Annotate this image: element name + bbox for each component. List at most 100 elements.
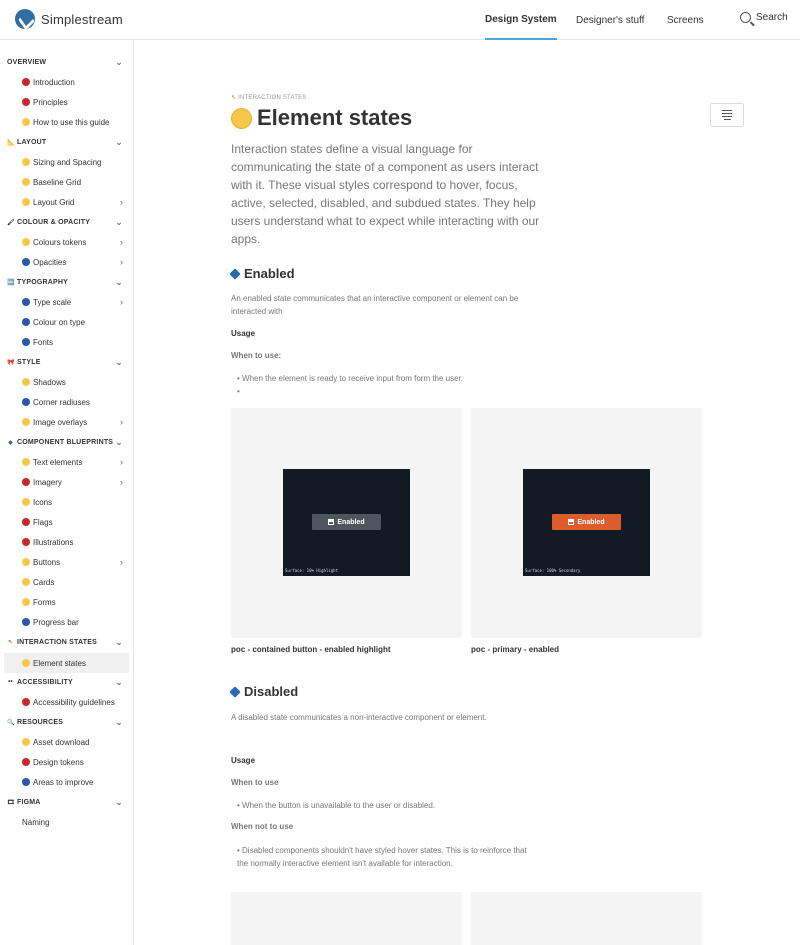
brand-name: Simplestream [41,11,123,27]
sidebar-item-colour-on-type[interactable]: Colour on type [0,312,134,332]
sidebar-item-areas-to-improve[interactable]: Areas to improve [0,772,134,792]
diamond-icon [229,267,241,280]
disabled-when-not-to-use-bullet: • Disabled components shouldn't have sty… [237,844,527,870]
page-lead: Interaction states define a visual langu… [231,142,540,246]
example-screen: Enabled Surface: 100% Secondary [523,469,650,576]
menu-lines-icon [722,110,732,111]
sidebar-group-colour[interactable]: 🖌 COLOUR & OPACITY ⌄ [0,212,134,232]
blue-circle-icon [22,398,30,406]
chevron-right-icon: › [120,297,123,307]
sidebar-item-label: Principles [33,97,68,107]
sidebar-group-figma[interactable]: 🎞 FIGMA ⌄ [0,792,134,812]
sidebar-item-label: Colour on type [33,317,86,327]
image-icon [328,519,335,525]
sidebar-item-text-elements[interactable]: Text elements › [0,452,134,472]
table-of-contents-button[interactable] [710,103,744,127]
sidebar-item-label: Forms [33,597,56,607]
sidebar-item-baseline-grid[interactable]: Baseline Grid [0,172,134,192]
sidebar-item-shadows[interactable]: Shadows [0,372,134,392]
sidebar-item-label: Illustrations [33,537,74,547]
sidebar-item-label: Image overlays [33,417,88,427]
sidebar-item-buttons[interactable]: Buttons › [0,552,134,572]
sidebar-group-label: INTERACTION STATES [17,638,97,646]
yellow-circle-icon [22,198,30,206]
sidebar-item-label: Naming [22,817,50,827]
sidebar-item-forms[interactable]: Forms [0,592,134,612]
chevron-down-icon: ⌄ [115,716,123,727]
breadcrumb[interactable]: ↖ INTERACTION STATES [231,94,307,101]
sidebar-group-resources[interactable]: 🔍 RESOURCES ⌄ [0,712,134,732]
chevron-right-icon: › [120,237,123,247]
image-icon [568,519,575,525]
sidebar-group-component-blueprints[interactable]: ◆ COMPONENT BLUEPRINTS ⌄ [0,432,134,452]
sidebar-item-progress-bar[interactable]: Progress bar [0,612,134,632]
sidebar-group-accessibility[interactable]: •• ACCESSIBILITY ⌄ [0,672,134,692]
blue-circle-icon [22,618,30,626]
sidebar-item-layout-grid[interactable]: Layout Grid › [0,192,134,212]
sidebar-group-style[interactable]: 🎀 STYLE ⌄ [0,352,134,372]
sidebar-item-design-tokens[interactable]: Design tokens [0,752,134,772]
button-label: Enabled [577,518,605,526]
sidebar-group-label: TYPOGRAPHY [17,278,69,286]
sidebar-item-label: Layout Grid [33,197,75,207]
section-heading-disabled: Disabled [229,684,298,699]
nav-designers-stuff[interactable]: Designer's stuff [576,0,644,40]
nav-screens[interactable]: Screens [667,0,704,40]
sidebar-item-accessibility-guidelines[interactable]: Accessibility guidelines [0,692,134,712]
sidebar-item-label: Design tokens [33,757,84,767]
sidebar-item-label: Imagery [33,477,62,487]
bullet-text: Disabled components shouldn't have style… [237,846,527,868]
blue-circle-icon [22,338,30,346]
sidebar-item-icons[interactable]: Icons [0,492,134,512]
sidebar-item-label: Type scale [33,297,72,307]
chevron-right-icon: › [120,257,123,267]
example-enabled-button[interactable]: Enabled [312,514,381,530]
section-heading-text: Enabled [244,266,295,281]
sidebar-item-label: Fonts [33,337,54,347]
sidebar-item-introduction[interactable]: Introduction [0,72,134,92]
sidebar-item-label: Flags [33,517,53,527]
search-icon [740,12,751,23]
yellow-circle-icon [22,598,30,606]
sidebar-item-imagery[interactable]: Imagery › [0,472,134,492]
red-circle-icon [22,98,30,106]
enabled-description: An enabled state communicates that an in… [231,294,519,316]
yellow-circle-icon [22,738,30,746]
surface-label: Surface: 100% Secondary [525,568,581,573]
sidebar-item-fonts[interactable]: Fonts [0,332,134,352]
sidebar-group-typography[interactable]: 🔤 TYPOGRAPHY ⌄ [0,272,134,292]
sidebar-item-colour-tokens[interactable]: Colours tokens › [0,232,134,252]
enabled-when-to-use-heading: When to use: [231,351,282,360]
sidebar-item-asset-download[interactable]: Asset download [0,732,134,752]
sidebar-item-how-to-use[interactable]: How to use this guide [0,112,134,132]
sidebar-group-overview[interactable]: OVERVIEW ⌄ [0,52,134,72]
menu-line [722,116,732,117]
search-button[interactable]: Search [740,12,788,23]
sidebar-item-opacities[interactable]: Opacities › [0,252,134,272]
sidebar-item-image-overlays[interactable]: Image overlays › [0,412,134,432]
sidebar-item-label: Asset download [33,737,90,747]
sidebar-item-element-states[interactable]: Element states [4,653,129,673]
example-enabled-button[interactable]: Enabled [552,514,621,530]
sidebar-item-sizing[interactable]: Sizing and Spacing [0,152,134,172]
nav-design-system[interactable]: Design System [485,0,557,40]
sidebar-item-principles[interactable]: Principles [0,92,134,112]
sidebar-item-naming[interactable]: Naming [0,812,134,832]
sidebar-item-label: Corner radiuses [33,397,90,407]
sidebar-group-label: RESOURCES [17,718,64,726]
sidebar-group-layout[interactable]: 📐 LAYOUT ⌄ [0,132,134,152]
sidebar-item-flags[interactable]: Flags [0,512,134,532]
red-circle-icon [22,518,30,526]
chevron-down-icon: ⌄ [115,436,123,447]
sidebar-item-cards[interactable]: Cards [0,572,134,592]
sidebar-item-label: Opacities [33,257,67,267]
disabled-when-to-use-bullet: • When the button is unavailable to the … [237,799,435,812]
sidebar-item-corner-radiuses[interactable]: Corner radiuses [0,392,134,412]
sidebar-group-interaction-states[interactable]: ↖ INTERACTION STATES ⌄ [0,632,134,652]
paint-brush-icon: 🖌 [7,219,15,226]
sidebar-item-label: Icons [33,497,53,507]
brand-logo[interactable]: Simplestream [15,9,123,29]
sidebar-item-type-scale[interactable]: Type scale › [0,292,134,312]
blue-circle-icon [22,318,30,326]
sidebar-item-illustrations[interactable]: Illustrations [0,532,134,552]
